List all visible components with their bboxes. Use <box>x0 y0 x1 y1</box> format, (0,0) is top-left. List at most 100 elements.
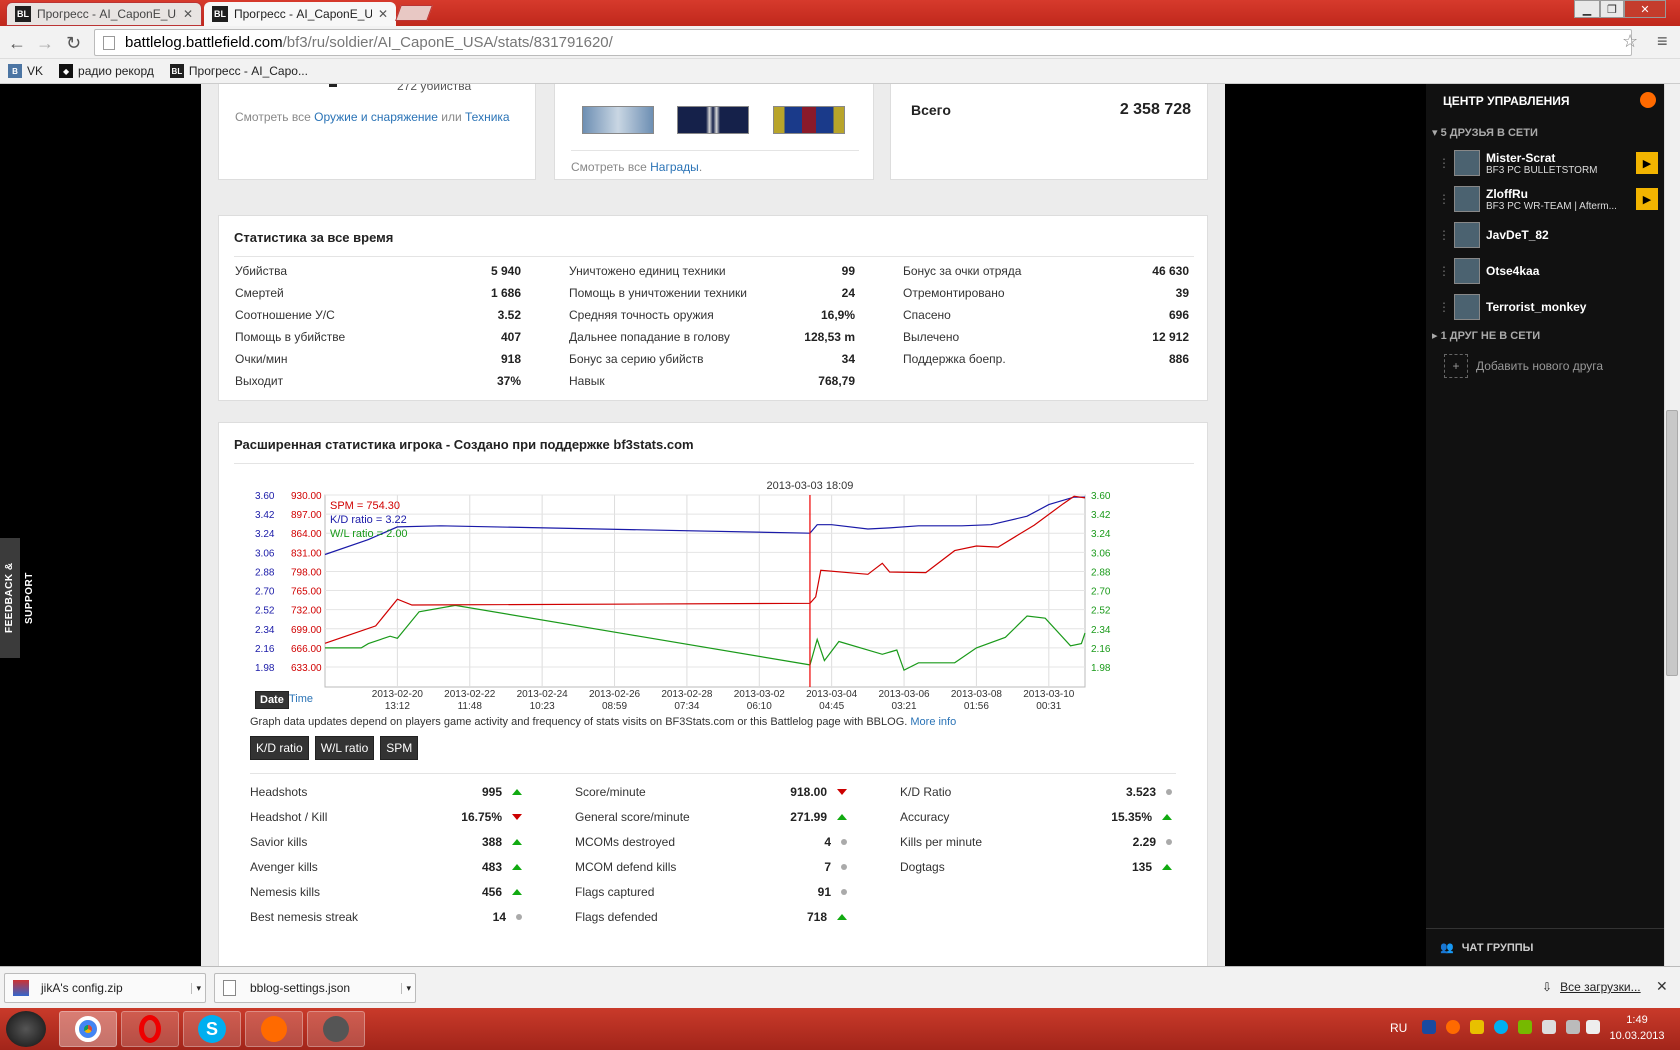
awards-link[interactable]: Награды <box>650 160 699 174</box>
stat-row: Спасено 696 <box>903 304 1189 326</box>
network-icon[interactable] <box>1566 1020 1580 1034</box>
add-friend-button[interactable]: + Добавить нового друга <box>1444 354 1603 378</box>
nvidia-icon[interactable] <box>1518 1020 1532 1034</box>
offline-friends-header[interactable]: ▸ 1 ДРУГ НЕ В СЕТИ <box>1432 329 1540 342</box>
trend-up-icon <box>512 888 522 895</box>
volume-icon[interactable] <box>1586 1020 1600 1034</box>
stat-value: 14 <box>492 909 506 924</box>
more-info-link[interactable]: More info <box>910 716 956 728</box>
wl-ratio-toggle[interactable]: W/L ratio <box>314 736 375 760</box>
feedback-support-tab[interactable]: FEEDBACK & SUPPORT <box>0 538 35 658</box>
drag-handle-icon: ⋮ <box>1438 264 1450 278</box>
friend-item[interactable]: ⋮ ZloffRu BF3 PC WR-TEAM | Afterm... ▶ <box>1438 186 1658 212</box>
kd-ratio-toggle[interactable]: K/D ratio <box>250 736 309 760</box>
chevron-down-icon[interactable]: ▾ <box>401 982 415 994</box>
panel-title: ЦЕНТР УПРАВЛЕНИЯ <box>1443 94 1570 108</box>
join-game-button[interactable]: ▶ <box>1636 188 1658 210</box>
bookmark-radio-record[interactable]: ◆ радио рекорд <box>59 64 154 78</box>
stat-value: 456 <box>481 884 502 899</box>
skype-taskbar-button[interactable]: S <box>183 1011 241 1047</box>
bookmark-progress[interactable]: BL Прогресс - AI_Capo... <box>169 64 308 78</box>
stat-value: 3.52 <box>497 308 521 322</box>
battlelog-favicon-icon: BL <box>15 6 31 22</box>
flag-icon[interactable] <box>1542 1020 1556 1034</box>
chrome-taskbar-button[interactable] <box>59 1011 117 1047</box>
forward-icon[interactable]: → <box>36 33 54 54</box>
url-host: battlelog.battlefield.com <box>125 34 283 51</box>
trend-flat-icon <box>841 888 847 895</box>
extended-stat-row: Avenger kills 483 <box>250 854 522 879</box>
weapons-link[interactable]: Оружие и снаряжение <box>314 110 438 124</box>
stat-label: Dogtags <box>900 859 945 874</box>
origin-icon[interactable] <box>1640 92 1656 108</box>
spm-toggle[interactable]: SPM <box>380 736 419 760</box>
download-item[interactable]: jikA's config.zip ▾ <box>4 973 206 1003</box>
tray-icon[interactable] <box>1470 1020 1484 1034</box>
join-game-button[interactable]: ▶ <box>1636 152 1658 174</box>
minimize-button[interactable]: ▁ <box>1574 0 1600 18</box>
spm-tick: 765.00 <box>291 587 322 598</box>
tab-1[interactable]: BL Прогресс - AI_CaponE_US ✕ <box>6 2 202 26</box>
right-tick: 3.42 <box>1091 510 1111 521</box>
date-toggle[interactable]: Date <box>255 691 289 709</box>
all-downloads-link[interactable]: ⇩ Все загрузки... <box>1542 980 1641 994</box>
origin-icon[interactable] <box>1446 1020 1460 1034</box>
reload-icon[interactable]: ↻ <box>66 33 81 54</box>
time-toggle[interactable]: Time <box>289 693 313 705</box>
cursor-label: 2013-03-03 18:09 <box>767 480 854 492</box>
stat-label: Уничтожено единиц техники <box>569 264 726 278</box>
stat-value: 1 686 <box>490 286 521 300</box>
kd-tick: 2.52 <box>255 606 275 617</box>
start-button[interactable] <box>6 1011 46 1047</box>
language-indicator[interactable]: RU <box>1390 1021 1407 1035</box>
menu-icon[interactable]: ≡ <box>1657 31 1668 52</box>
opera-taskbar-button[interactable] <box>121 1011 179 1047</box>
trend-up-icon <box>837 913 847 920</box>
address-bar[interactable]: battlelog.battlefield.com/bf3/ru/soldier… <box>94 29 1632 56</box>
close-icon[interactable]: ✕ <box>1656 978 1668 995</box>
tray-icon[interactable] <box>1422 1020 1436 1034</box>
tab-2[interactable]: BL Прогресс - AI_CaponE_US ✕ <box>204 2 396 26</box>
stat-value: 135 <box>1131 859 1152 874</box>
stat-row: Помощь в убийстве 407 <box>235 326 521 348</box>
vehicles-link[interactable]: Техника <box>465 110 510 124</box>
bookmark-star-icon[interactable]: ☆ <box>1622 31 1638 52</box>
stat-value: 5 940 <box>490 264 521 278</box>
app-taskbar-button[interactable] <box>307 1011 365 1047</box>
x-tick-date: 2013-03-10 <box>1023 689 1075 700</box>
online-friends-header[interactable]: ▾ 5 ДРУЗЬЯ В СЕТИ <box>1432 126 1538 139</box>
tab-strip: BL Прогресс - AI_CaponE_US ✕ BL Прогресс… <box>0 0 1680 26</box>
maximize-button[interactable]: ❐ <box>1600 0 1624 18</box>
extended-stat-row: MCOMs destroyed 4 <box>575 829 847 854</box>
extended-stats-card: Расширенная статистика игрока - Создано … <box>218 422 1208 966</box>
extended-stat-row: Headshots 995 <box>250 779 522 804</box>
close-icon[interactable]: ✕ <box>378 7 388 21</box>
friend-item[interactable]: ⋮ Terrorist_monkey <box>1438 294 1658 320</box>
friend-item[interactable]: ⋮ JavDeT_82 <box>1438 222 1658 248</box>
friend-name: Terrorist_monkey <box>1486 300 1587 314</box>
kd-tick: 2.70 <box>255 587 275 598</box>
window-close-button[interactable]: ✕ <box>1624 0 1666 18</box>
trend-up-icon <box>837 813 847 820</box>
close-icon[interactable]: ✕ <box>183 7 193 21</box>
extended-stat-row: Score/minute 918.00 <box>575 779 847 804</box>
extended-stat-row: Savior kills 388 <box>250 829 522 854</box>
stat-value: 12 912 <box>1152 330 1189 344</box>
friend-item[interactable]: ⋮ Mister-Scrat BF3 PC BULLETSTORM ▶ <box>1438 150 1658 176</box>
bookmark-vk[interactable]: B VK <box>8 64 43 78</box>
clock[interactable]: 1:49 10.03.2013 <box>1602 1012 1672 1044</box>
kd-tick: 2.88 <box>255 567 275 578</box>
origin-taskbar-button[interactable] <box>245 1011 303 1047</box>
download-item[interactable]: bblog-settings.json ▾ <box>214 973 416 1003</box>
stats-chart[interactable]: 2013-02-2013:12 2013-02-2211:48 2013-02-24… <box>219 471 1209 721</box>
friend-item[interactable]: ⋮ Otse4kaa <box>1438 258 1658 284</box>
back-icon[interactable]: ← <box>8 33 26 54</box>
friend-name: ZloffRu <box>1486 186 1528 201</box>
stat-row: Бонус за серию убийств 34 <box>569 348 855 370</box>
skype-icon[interactable] <box>1494 1020 1508 1034</box>
new-tab-button[interactable] <box>395 5 433 21</box>
chevron-down-icon[interactable]: ▾ <box>191 982 205 994</box>
avatar <box>1454 186 1480 212</box>
group-chat-button[interactable]: 👥 ЧАТ ГРУППЫ <box>1440 941 1533 955</box>
scrollbar-thumb[interactable] <box>1666 410 1678 676</box>
